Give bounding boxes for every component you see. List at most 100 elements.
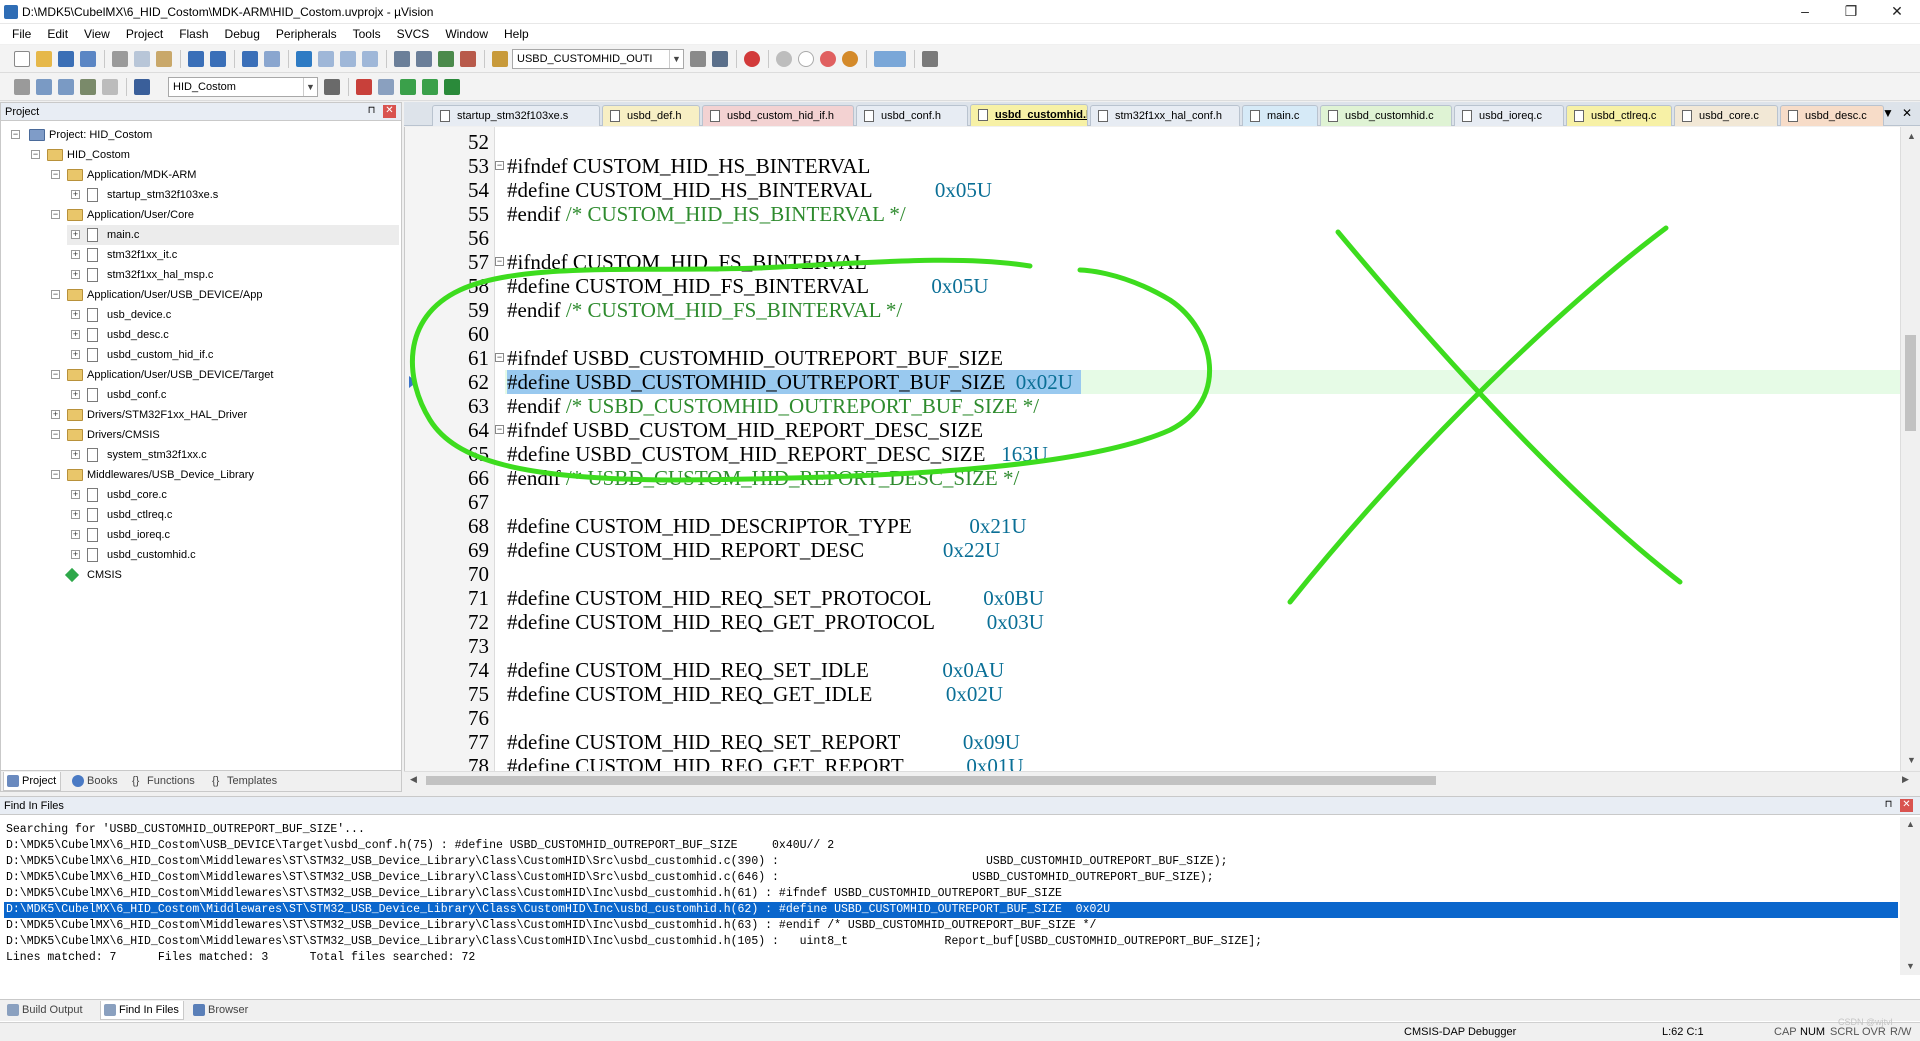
find-result-line[interactable]: D:\MDK5\CubelMX\6_HID_Costom\USB_DEVICE\… (6, 838, 834, 854)
code-line[interactable]: #endif /* USBD_CUSTOM_HID_REPORT_DESC_SI… (507, 466, 1019, 490)
unindent-icon[interactable] (416, 51, 432, 67)
translate-icon[interactable] (14, 79, 30, 95)
code-line[interactable]: #endif /* CUSTOM_HID_HS_BINTERVAL */ (507, 202, 906, 226)
menu-project[interactable]: Project (118, 24, 171, 44)
expand-icon[interactable]: + (71, 250, 80, 259)
find-result-line[interactable]: D:\MDK5\CubelMX\6_HID_Costom\Middlewares… (6, 870, 1214, 886)
paste-icon[interactable] (156, 51, 172, 67)
open-folder-icon[interactable] (36, 51, 52, 67)
code-line[interactable]: #ifndef USBD_CUSTOMHID_OUTREPORT_BUF_SIZ… (507, 346, 1003, 370)
code-line[interactable]: #define CUSTOM_HID_REQ_GET_PROTOCOL 0x03… (507, 610, 1044, 634)
expand-icon[interactable]: + (71, 330, 80, 339)
fold-toggle-icon[interactable]: − (495, 353, 504, 362)
collapse-icon[interactable]: − (51, 370, 60, 379)
editor-tab[interactable]: main.c (1242, 105, 1318, 126)
save-icon[interactable] (58, 51, 74, 67)
save-all-icon[interactable] (80, 51, 96, 67)
next-bookmark-icon[interactable] (340, 51, 356, 67)
code-line[interactable]: #define CUSTOM_HID_FS_BINTERVAL 0x05U (507, 274, 989, 298)
code-line[interactable]: #define USBD_CUSTOM_HID_REPORT_DESC_SIZE… (507, 442, 1048, 466)
close-tab-icon[interactable]: ✕ (1902, 106, 1912, 120)
debug-session-icon[interactable] (744, 51, 760, 67)
find-result-line[interactable]: D:\MDK5\CubelMX\6_HID_Costom\Middlewares… (6, 854, 1228, 870)
clear-bookmarks-icon[interactable] (362, 51, 378, 67)
scroll-left-icon[interactable]: ◀ (410, 774, 417, 785)
expand-icon[interactable]: + (51, 410, 60, 419)
rebuild-icon[interactable] (58, 79, 74, 95)
manage-components-icon[interactable] (356, 79, 372, 95)
menu-peripherals[interactable]: Peripherals (268, 24, 345, 44)
chevron-down-icon[interactable]: ▼ (669, 50, 683, 68)
expand-icon[interactable]: + (71, 530, 80, 539)
expand-icon[interactable]: + (71, 390, 80, 399)
file-extensions-icon[interactable] (378, 79, 394, 95)
scroll-up-icon[interactable]: ▲ (1906, 819, 1915, 829)
find-result-line[interactable]: D:\MDK5\CubelMX\6_HID_Costom\Middlewares… (4, 902, 1898, 918)
collapse-icon[interactable]: − (51, 430, 60, 439)
tab-templates[interactable]: {} Templates (209, 772, 281, 791)
menu-tools[interactable]: Tools (345, 24, 389, 44)
fold-toggle-icon[interactable]: − (495, 161, 504, 170)
editor-horizontal-scrollbar[interactable]: ◀ ▶ (404, 771, 1920, 787)
maximize-button[interactable]: ❐ (1828, 0, 1874, 24)
collapse-icon[interactable]: − (51, 210, 60, 219)
editor-tab[interactable]: usbd_customhid.h (970, 104, 1088, 126)
uncomment-icon[interactable] (460, 51, 476, 67)
code-line[interactable]: #endif /* USBD_CUSTOMHID_OUTREPORT_BUF_S… (507, 394, 1039, 418)
collapse-icon[interactable]: − (31, 150, 40, 159)
undo-icon[interactable] (188, 51, 204, 67)
tab-project[interactable]: Project (3, 772, 62, 791)
collapse-icon[interactable]: − (11, 130, 20, 139)
code-line[interactable]: #define CUSTOM_HID_REQ_SET_REPORT 0x09U (507, 730, 1020, 754)
code-line[interactable]: #define CUSTOM_HID_DESCRIPTOR_TYPE 0x21U (507, 514, 1027, 538)
find-text-combo[interactable]: USBD_CUSTOMHID_OUTI ▼ (512, 49, 684, 69)
redo-icon[interactable] (210, 51, 226, 67)
close-window-button[interactable]: ✕ (1874, 0, 1920, 24)
code-line[interactable]: #define CUSTOM_HID_REQ_SET_IDLE 0x0AU (507, 658, 1004, 682)
project-file[interactable]: + main.c (67, 225, 399, 245)
editor-tab[interactable]: stm32f1xx_hal_conf.h (1090, 105, 1240, 126)
expand-icon[interactable]: + (71, 450, 80, 459)
editor-tab[interactable]: usbd_def.h (602, 105, 700, 126)
run-time-env-icon[interactable] (444, 79, 460, 95)
expand-icon[interactable]: + (71, 270, 80, 279)
pack-installer-icon[interactable] (422, 79, 438, 95)
expand-icon[interactable]: + (71, 350, 80, 359)
target-options-icon[interactable] (324, 79, 340, 95)
fold-toggle-icon[interactable]: − (495, 257, 504, 266)
code-line[interactable]: #ifndef CUSTOM_HID_FS_BINTERVAL (507, 250, 867, 274)
copy-icon[interactable] (134, 51, 150, 67)
minimize-button[interactable]: – (1782, 0, 1828, 24)
find-result-line[interactable]: D:\MDK5\CubelMX\6_HID_Costom\Middlewares… (6, 934, 1262, 950)
code-line[interactable]: #define USBD_CUSTOMHID_OUTREPORT_BUF_SIZ… (507, 370, 1073, 394)
tab-build-output[interactable]: Build Output (4, 1001, 87, 1020)
incremental-find-icon[interactable] (712, 51, 728, 67)
new-file-icon[interactable] (14, 51, 30, 67)
scroll-down-icon[interactable]: ▼ (1906, 961, 1915, 971)
breakpoint-icon[interactable] (776, 51, 792, 67)
code-line[interactable]: #define CUSTOM_HID_HS_BINTERVAL 0x05U (507, 178, 992, 202)
fold-toggle-icon[interactable]: − (495, 425, 504, 434)
find-result-line[interactable]: Lines matched: 7 Files matched: 3 Total … (6, 950, 475, 966)
configure-icon[interactable] (922, 51, 938, 67)
tab-browser[interactable]: Browser (190, 1001, 252, 1020)
menu-file[interactable]: File (4, 24, 39, 44)
menu-debug[interactable]: Debug (217, 24, 268, 44)
clear-breakpoints-icon[interactable] (842, 51, 858, 67)
build-icon[interactable] (36, 79, 52, 95)
code-editor[interactable]: 52 53 54 55 56 57 58 59 60 61 62 63 64 65 66 67 68 69 70 71… (404, 127, 1900, 771)
indent-icon[interactable] (394, 51, 410, 67)
window-layout-icon[interactable] (874, 51, 906, 67)
editor-tab[interactable]: startup_stm32f103xe.s (432, 105, 600, 126)
expand-icon[interactable]: + (71, 230, 80, 239)
code-line[interactable]: #ifndef CUSTOM_HID_HS_BINTERVAL (507, 154, 870, 178)
kill-breakpoints-icon[interactable] (820, 51, 836, 67)
code-line[interactable]: #define CUSTOM_HID_REQ_GET_IDLE 0x02U (507, 682, 1003, 706)
bookmark-icon[interactable] (296, 51, 312, 67)
tab-books[interactable]: Books (69, 772, 122, 791)
menu-window[interactable]: Window (437, 24, 496, 44)
close-panel-icon[interactable]: ✕ (1900, 799, 1913, 812)
expand-icon[interactable]: + (71, 550, 80, 559)
editor-tab[interactable]: usbd_custom_hid_if.h (702, 105, 854, 126)
scroll-up-icon[interactable]: ▲ (1907, 131, 1916, 141)
